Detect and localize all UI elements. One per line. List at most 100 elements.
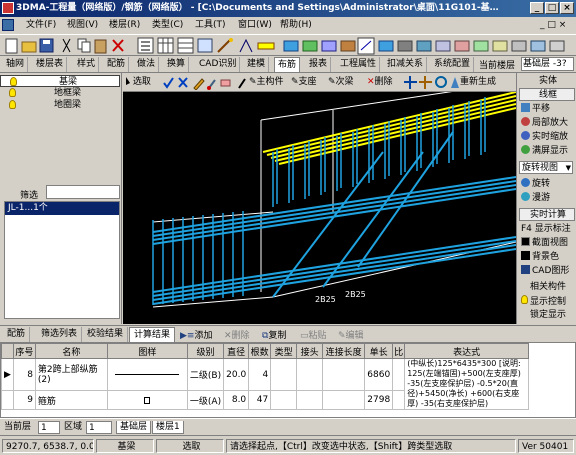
tab-filter-list[interactable]: 筛选列表 [37, 327, 83, 342]
lightbulb-icon[interactable] [9, 100, 16, 109]
delete-tool[interactable]: ✕删除 [367, 75, 393, 90]
background-color-button[interactable]: 背景色 [519, 251, 575, 264]
rotate-button[interactable]: 旋转 [519, 178, 575, 191]
app-icon[interactable] [2, 2, 14, 14]
related-members-button[interactable]: 相关构件 [519, 281, 575, 294]
tab-rebar-config[interactable]: 配筋 [104, 57, 130, 72]
tab-cad-recognize[interactable]: CAD识别 [196, 57, 241, 72]
cell-diameter[interactable]: 20.0 [223, 357, 250, 392]
3d-view-canvas[interactable]: 2B25 2B25 [123, 92, 516, 324]
tab-modeling[interactable]: 建模 [244, 57, 270, 72]
table-row[interactable]: ▶ 8 第2跨上部纵筋(2) 二级(B) 20.0 4 6860 (中纵长)12… [1, 357, 530, 410]
cell-shape[interactable] [106, 390, 188, 410]
cell-diameter[interactable]: 8.0 [223, 390, 250, 410]
column-header[interactable]: 级别 [186, 343, 225, 359]
column-header[interactable] [1, 343, 14, 359]
realtime-calc-button[interactable]: 实时计算 [519, 208, 575, 221]
column-header[interactable]: 连接长度 [322, 343, 366, 359]
menu-window[interactable]: 窗口(W) [236, 17, 274, 34]
lock-display-button[interactable]: 锁定显示 [519, 309, 575, 322]
tab-rebar[interactable]: 布筋 [274, 57, 301, 72]
cell-conn-len[interactable] [322, 357, 366, 392]
cell-name[interactable]: 第2跨上部纵筋(2) [34, 357, 108, 392]
menu-floor[interactable]: 楼层(R) [107, 17, 142, 34]
tab-system-config[interactable]: 系统配置 [431, 57, 475, 72]
cell-count[interactable]: 47 [248, 390, 272, 410]
show-annotation-button[interactable]: F4 显示标注 [519, 223, 575, 236]
tree-item-ground-ring-beam[interactable]: 地圈梁 [0, 99, 120, 111]
menu-view[interactable]: 视图(V) [65, 17, 100, 34]
column-header[interactable]: 直径 [223, 343, 250, 359]
cell-no[interactable]: 9 [12, 390, 36, 410]
tab-calc-result[interactable]: 计算结果 [129, 327, 176, 342]
cell-type[interactable] [270, 390, 298, 410]
delete-row-button[interactable]: ✕删除 [224, 328, 250, 341]
cell-joint[interactable] [296, 357, 324, 392]
lightbulb-icon[interactable] [10, 77, 17, 86]
component-item[interactable]: JL-1...1个 [5, 202, 119, 215]
fit-screen-button[interactable]: 满屏显示 [519, 145, 575, 158]
add-row-button[interactable]: ▶≡添加 [180, 328, 212, 341]
solid-view-button[interactable]: 实体 [519, 75, 575, 88]
column-header[interactable]: 名称 [34, 343, 108, 359]
cell-expression[interactable]: (中纵长)125*6435*300 [说明: 125(左端锚固)+500(左支座… [404, 358, 530, 410]
cell-grade[interactable]: 二级(B) [186, 357, 225, 392]
region-select[interactable]: 1 [86, 421, 112, 434]
tab-report[interactable]: 报表 [306, 57, 332, 72]
close-button[interactable]: × [560, 2, 574, 14]
tab-deduction[interactable]: 扣减关系 [384, 57, 428, 72]
lightbulb-icon[interactable] [9, 88, 16, 97]
column-header[interactable]: 图样 [106, 343, 188, 359]
column-header[interactable]: 单长 [364, 343, 394, 359]
cell-unit-len[interactable]: 2798 [364, 390, 394, 410]
cell-grade[interactable]: 一级(A) [186, 390, 225, 410]
cell-shape[interactable] [106, 357, 188, 392]
menu-type[interactable]: 类型(C) [150, 17, 185, 34]
mdi-controls[interactable]: _ □ × [540, 20, 566, 30]
rotate-view-select[interactable]: 旋转视图 ▼ [519, 161, 573, 174]
floor-tab-foundation[interactable]: 基础层 [116, 421, 152, 434]
column-header[interactable]: 根数 [248, 343, 272, 359]
tab-method[interactable]: 做法 [134, 57, 160, 72]
tab-style[interactable]: 样式 [74, 57, 100, 72]
cell-no[interactable]: 8 [12, 357, 36, 392]
select-tool[interactable]: 选取 [126, 75, 151, 90]
cell-ratio[interactable] [392, 357, 406, 392]
realtime-zoom-button[interactable]: 实时缩放 [519, 131, 575, 144]
cell-joint[interactable] [296, 390, 324, 410]
floor-select[interactable]: 基础层 -3? [521, 57, 574, 71]
pan-button[interactable]: 平移 [519, 103, 575, 116]
section-view-button[interactable]: 截面视图 [519, 237, 575, 250]
tab-floor-table[interactable]: 楼层表 [33, 57, 68, 72]
filter-input[interactable] [46, 185, 120, 199]
tab-rebar-config-bottom[interactable]: 配筋 [3, 327, 31, 342]
cell-unit-len[interactable]: 6860 [364, 357, 394, 392]
menu-tools[interactable]: 工具(T) [193, 17, 228, 34]
menu-file[interactable]: 文件(F) [24, 17, 58, 34]
menu-help[interactable]: 帮助(H) [278, 17, 314, 34]
cell-type[interactable] [270, 357, 298, 392]
roam-button[interactable]: 漫游 [519, 192, 575, 205]
column-header[interactable]: 序号 [12, 343, 36, 359]
maximize-button[interactable]: □ [545, 2, 559, 14]
paste-row-button[interactable]: ▭粘贴 [300, 328, 327, 341]
floor-tab-1[interactable]: 楼层1 [152, 421, 184, 434]
cell-conn-len[interactable] [322, 390, 366, 410]
layer-select[interactable]: 1 [38, 421, 60, 434]
column-header[interactable]: 表达式 [404, 343, 530, 359]
cell-count[interactable]: 4 [248, 357, 272, 392]
copy-row-button[interactable]: ⧉复制 [262, 328, 286, 341]
minimize-button[interactable]: _ [530, 2, 544, 14]
edit-row-button[interactable]: ✎编辑 [338, 328, 364, 341]
tree-item-ground-frame-beam[interactable]: 地框梁 [0, 87, 120, 99]
tab-project-props[interactable]: 工程属性 [337, 57, 381, 72]
tab-convert[interactable]: 换算 [164, 57, 190, 72]
support-tool[interactable]: ✎支座 [291, 75, 317, 90]
column-header[interactable]: 接头 [296, 343, 324, 359]
tree-item-foundation-beam[interactable]: 基梁 [0, 75, 120, 87]
secondary-beam-tool[interactable]: ✎次梁 [328, 75, 354, 90]
tab-axis[interactable]: 轴网 [3, 57, 29, 72]
component-list[interactable]: JL-1...1个 [4, 201, 120, 319]
column-header[interactable]: 类型 [270, 343, 298, 359]
cad-graphics-button[interactable]: CAD图形 [519, 265, 575, 278]
